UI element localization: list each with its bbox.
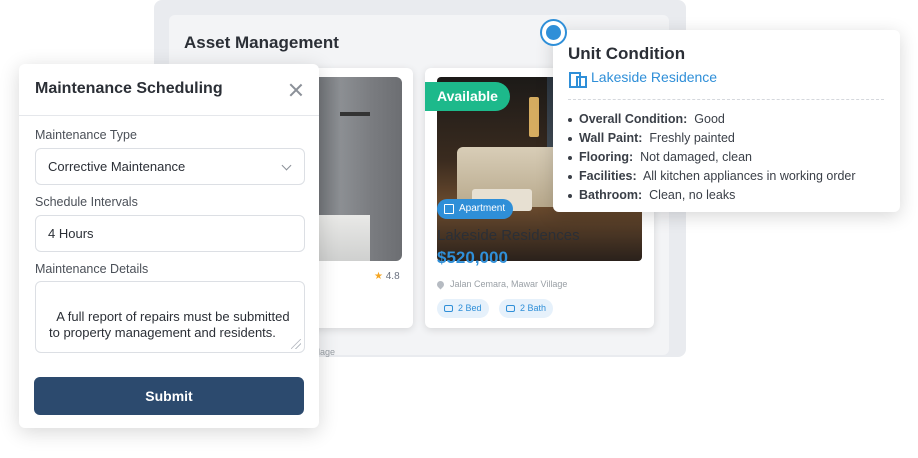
close-icon[interactable] xyxy=(287,81,305,99)
location-pin-icon xyxy=(435,279,446,289)
bath-count-pill: 2 Bath xyxy=(499,299,554,318)
resize-handle-icon[interactable] xyxy=(291,339,301,349)
divider xyxy=(19,115,319,116)
maintenance-type-label: Maintenance Type xyxy=(35,128,137,142)
submit-button[interactable]: Submit xyxy=(34,377,304,415)
condition-item: Bathroom: Clean, no leaks xyxy=(568,186,856,205)
condition-item: Wall Paint: Freshly painted xyxy=(568,129,856,148)
bed-icon xyxy=(444,305,453,312)
divider xyxy=(568,99,884,100)
bed-count-pill: 2 Bed xyxy=(437,299,489,318)
modal-title: Maintenance Scheduling xyxy=(35,80,223,97)
property-price: $520,000 xyxy=(437,248,508,267)
property-location: Jalan Cemara, Mawar Village xyxy=(435,279,567,289)
star-icon: ★ xyxy=(374,271,383,282)
condition-item: Overall Condition: Good xyxy=(568,110,856,129)
maintenance-type-select[interactable]: Corrective Maintenance xyxy=(35,148,305,185)
location-marker-dot xyxy=(546,25,561,40)
condition-item: Facilities: All kitchen appliances in wo… xyxy=(568,167,856,186)
chevron-down-icon xyxy=(281,160,292,171)
asset-management-title: Asset Management xyxy=(184,33,339,52)
building-icon xyxy=(569,70,587,88)
condition-item: Flooring: Not damaged, clean xyxy=(568,148,856,167)
maintenance-details-label: Maintenance Details xyxy=(35,262,149,276)
property-name: Lakeside Residences xyxy=(437,227,580,244)
property-type-tag: Apartment xyxy=(437,199,514,219)
bath-icon xyxy=(506,305,515,312)
rating: ★ 4.8 xyxy=(374,271,400,282)
schedule-intervals-label: Schedule Intervals xyxy=(35,195,138,209)
unit-condition-title: Unit Condition xyxy=(568,44,686,63)
building-icon xyxy=(444,204,454,214)
status-badge: Available xyxy=(425,82,510,111)
condition-list: Overall Condition: Good Wall Paint: Fres… xyxy=(568,110,856,205)
schedule-intervals-input[interactable]: 4 Hours xyxy=(35,215,305,252)
unit-condition-property[interactable]: Lakeside Residence xyxy=(569,69,717,88)
maintenance-details-textarea[interactable]: A full report of repairs must be submitt… xyxy=(35,281,305,353)
